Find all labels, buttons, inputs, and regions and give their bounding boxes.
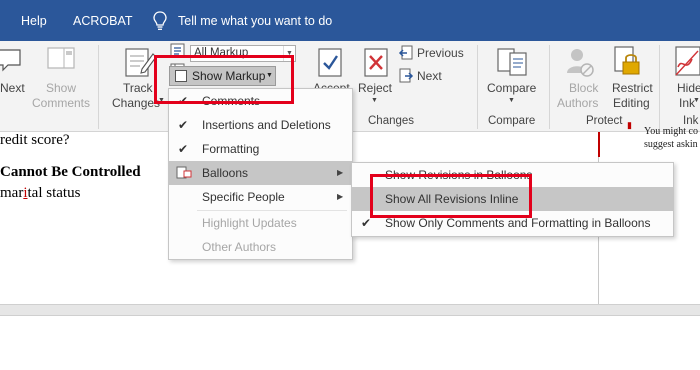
show-markup-label: Show Markup bbox=[192, 69, 266, 83]
hide-ink-icon bbox=[675, 46, 700, 76]
tab-help[interactable]: Help bbox=[21, 14, 47, 28]
next-change-icon bbox=[399, 68, 414, 83]
show-comments-icon bbox=[47, 47, 75, 69]
next-comment-button[interactable]: Next bbox=[0, 81, 25, 95]
track-changes-caret-icon[interactable]: ▼ bbox=[158, 97, 165, 104]
check-icon: ✔ bbox=[178, 118, 189, 132]
changes-group-label: Changes bbox=[368, 115, 415, 127]
group-divider bbox=[549, 45, 550, 129]
menu-item-label: Highlight Updates bbox=[202, 216, 297, 230]
chevron-down-icon: ▼ bbox=[266, 72, 273, 79]
title-bar: Help ACROBAT Tell me what you want to do bbox=[0, 0, 700, 41]
menu-item-label: Show All Revisions Inline bbox=[385, 192, 519, 206]
display-for-review-icon bbox=[170, 43, 185, 58]
show-markup-button[interactable]: Show Markup ▼ bbox=[169, 66, 276, 86]
protect-group-label: Protect bbox=[586, 115, 623, 127]
reject-caret-icon[interactable]: ▼ bbox=[371, 97, 378, 104]
page-gap bbox=[0, 304, 700, 316]
chevron-down-icon: ▼ bbox=[283, 46, 295, 61]
hide-ink-caret-icon[interactable]: ▼ bbox=[693, 97, 700, 104]
menu-item-show-only-comments-formatting[interactable]: ✔ Show Only Comments and Formatting in B… bbox=[352, 211, 673, 235]
menu-item-label: Formatting bbox=[202, 142, 260, 156]
block-authors-line1[interactable]: Block bbox=[569, 81, 598, 95]
menu-item-specific-people[interactable]: Specific People ▶ bbox=[169, 185, 352, 209]
track-changes-icon bbox=[125, 48, 157, 77]
document-line: marital status bbox=[0, 185, 80, 202]
menu-item-insertions-deletions[interactable]: ✔ Insertions and Deletions bbox=[169, 113, 352, 137]
menu-item-show-revisions-in-balloons[interactable]: Show Revisions in Balloons bbox=[352, 163, 673, 187]
balloon-icon bbox=[176, 166, 192, 179]
show-comments-line1[interactable]: Show bbox=[32, 81, 90, 95]
menu-item-balloons[interactable]: Balloons ▶ bbox=[169, 161, 352, 185]
compare-group-label: Compare bbox=[488, 115, 536, 127]
document-text: tal status bbox=[27, 185, 81, 201]
menu-item-label: Show Revisions in Balloons bbox=[385, 168, 533, 182]
previous-change-button[interactable]: Previous bbox=[417, 46, 464, 60]
reject-button[interactable]: Reject bbox=[358, 81, 392, 95]
hide-ink-line1[interactable]: Hide bbox=[677, 81, 700, 95]
compare-caret-icon[interactable]: ▼ bbox=[508, 97, 515, 104]
group-divider bbox=[98, 45, 99, 129]
track-changes-line2[interactable]: Changes bbox=[112, 96, 160, 110]
menu-item-label: Insertions and Deletions bbox=[202, 118, 331, 132]
menu-item-highlight-updates[interactable]: Highlight Updates bbox=[169, 211, 352, 235]
document-text: mar bbox=[0, 185, 24, 201]
restrict-editing-line2[interactable]: Editing bbox=[613, 96, 650, 110]
submenu-arrow-icon: ▶ bbox=[337, 168, 344, 177]
menu-item-label: Comments bbox=[202, 94, 261, 108]
check-icon: ✔ bbox=[178, 94, 189, 108]
compare-button[interactable]: Compare bbox=[487, 81, 536, 95]
show-markup-icon bbox=[175, 70, 187, 82]
check-icon: ✔ bbox=[178, 142, 189, 156]
markup-mode-dropdown[interactable]: All Markup ▼ bbox=[190, 45, 296, 62]
previous-change-icon bbox=[398, 45, 413, 60]
change-bar bbox=[598, 132, 600, 157]
tell-me-search[interactable]: Tell me what you want to do bbox=[178, 14, 332, 28]
comment-balloon-text[interactable]: suggest askin bbox=[644, 139, 698, 150]
menu-item-label: Balloons bbox=[202, 166, 249, 180]
document-line: redit score? bbox=[0, 132, 70, 148]
menu-item-label: Other Authors bbox=[202, 240, 277, 254]
block-authors-icon bbox=[567, 49, 594, 77]
show-comments-line2[interactable]: Comments bbox=[30, 96, 92, 110]
next-page[interactable] bbox=[0, 316, 700, 370]
comment-marker-icon: ▮ bbox=[627, 120, 632, 130]
lightbulb-icon bbox=[153, 11, 167, 30]
next-change-button[interactable]: Next bbox=[417, 69, 442, 83]
group-divider bbox=[659, 45, 660, 129]
restrict-editing-icon bbox=[614, 46, 640, 75]
comment-balloon-text[interactable]: You might co bbox=[644, 126, 698, 137]
menu-item-formatting[interactable]: ✔ Formatting bbox=[169, 137, 352, 161]
check-icon: ✔ bbox=[361, 216, 372, 230]
restrict-editing-line1[interactable]: Restrict bbox=[612, 81, 653, 95]
submenu-arrow-icon: ▶ bbox=[337, 192, 344, 201]
balloons-submenu: Show Revisions in Balloons Show All Revi… bbox=[351, 162, 674, 237]
group-divider bbox=[477, 45, 478, 129]
menu-item-label: Show Only Comments and Formatting in Bal… bbox=[385, 216, 651, 230]
accept-icon bbox=[318, 48, 342, 77]
reject-icon bbox=[364, 48, 388, 77]
markup-mode-value: All Markup bbox=[194, 47, 249, 59]
menu-item-comments[interactable]: ✔ Comments bbox=[169, 89, 352, 113]
menu-item-show-all-revisions-inline[interactable]: Show All Revisions Inline bbox=[352, 187, 673, 211]
next-comment-icon bbox=[0, 49, 21, 72]
compare-icon bbox=[497, 48, 527, 76]
show-markup-menu: ✔ Comments ✔ Insertions and Deletions ✔ … bbox=[168, 88, 353, 260]
document-heading: Cannot Be Controlled bbox=[0, 164, 141, 180]
menu-item-other-authors[interactable]: Other Authors bbox=[169, 235, 352, 259]
menu-item-label: Specific People bbox=[202, 190, 285, 204]
block-authors-line2[interactable]: Authors bbox=[557, 96, 598, 110]
tab-acrobat[interactable]: ACROBAT bbox=[73, 14, 133, 28]
track-changes-line1[interactable]: Track bbox=[123, 81, 153, 95]
